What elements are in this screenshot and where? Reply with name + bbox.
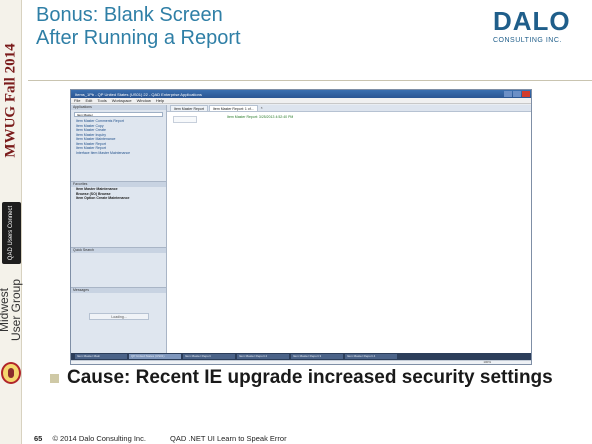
close-icon[interactable] (522, 91, 530, 97)
taskbar-item[interactable]: Item Master Report 2 (237, 354, 289, 359)
loading-indicator: Loading... (89, 313, 149, 320)
title-divider (28, 80, 592, 81)
copyright-text: © 2014 Dalo Consulting Inc. (52, 434, 146, 443)
event-name: MWUG Fall 2014 (2, 43, 19, 158)
report-output-box (173, 116, 197, 123)
app-content-area: Item Master Report Item Master Report: 1… (167, 105, 531, 353)
zoom-level: 100% (483, 360, 491, 364)
tab-item-master-report[interactable]: Item Master Report (170, 105, 208, 111)
slide-title: Bonus: Blank Screen After Running a Repo… (36, 4, 241, 49)
taskbar-item[interactable]: Item Master Report (183, 354, 235, 359)
app-window-title: Items_1Pb - QP United States (US01) 22 -… (75, 91, 202, 97)
menu-help[interactable]: Help (156, 98, 164, 103)
report-tab-strip: Item Master Report Item Master Report: 1… (167, 105, 531, 112)
app-body: Applications Item Master Item Master Com… (71, 105, 531, 353)
app-screenshot: Items_1Pb - QP United States (US01) 22 -… (70, 89, 532, 365)
qad-connect-badge: QAD Users Connect (2, 202, 21, 264)
menu-window[interactable]: Window (137, 98, 151, 103)
taskbar-item[interactable]: Item Master Report 4 (345, 354, 397, 359)
quick-search-header[interactable]: Quick Search (71, 248, 166, 253)
app-menu-bar: File Edit Tools Workspace Window Help (71, 98, 531, 104)
report-timestamp: Item Master Report: 3/25/2013 4:52:40 PM (227, 115, 294, 119)
badge-text: QAD Users Connect (8, 205, 14, 261)
menu-file[interactable]: File (74, 98, 80, 103)
messages-section: Messages (71, 287, 166, 293)
group-logo-icon (1, 362, 21, 384)
menu-workspace[interactable]: Workspace (112, 98, 132, 103)
app-side-panel: Applications Item Master Item Master Com… (71, 105, 167, 353)
taskbar-item[interactable]: Item Master Main (75, 354, 127, 359)
maximize-icon[interactable] (513, 91, 521, 97)
minimize-icon[interactable] (504, 91, 512, 97)
taskbar-item[interactable]: Item Master Report 3 (291, 354, 343, 359)
tab-item-master-report-active[interactable]: Item Master Report: 1 of... (208, 105, 258, 111)
page-number: 65 (34, 434, 43, 443)
footer-title: QAD .NET UI Learn to Speak Error (170, 434, 287, 443)
app-status-bar: 100% (71, 360, 531, 364)
applications-header[interactable]: Applications (71, 105, 166, 110)
dalo-logo: DALO CONSULTING INC. (493, 6, 571, 44)
menu-link[interactable]: Interface Item Master Maintenance (71, 151, 166, 156)
taskbar-item[interactable]: QP United States (US01) (129, 354, 181, 359)
favorites-section: Favorites Item Master Maintenance Browse… (71, 181, 166, 201)
cause-bullet: Cause: Recent IE upgrade increased secur… (67, 367, 553, 388)
user-group-name: Midwest User Group (0, 278, 23, 342)
application-search-combo[interactable]: Item Master (74, 112, 163, 117)
bullet-marker (50, 374, 59, 383)
menu-edit[interactable]: Edit (85, 98, 92, 103)
app-taskbar: Item Master Main QP United States (US01)… (71, 353, 531, 360)
side-brand-strip: MWUG Fall 2014 QAD Users Connect Midwest… (0, 0, 23, 444)
favorite-item[interactable]: Item Option Create Maintenance (71, 196, 166, 201)
tab-close-icon[interactable]: × (259, 105, 263, 111)
messages-header[interactable]: Messages (71, 288, 166, 293)
menu-tools[interactable]: Tools (97, 98, 106, 103)
quick-search-section: Quick Search (71, 247, 166, 253)
app-title-bar: Items_1Pb - QP United States (US01) 22 -… (71, 90, 531, 98)
slide-footer: 65 © 2014 Dalo Consulting Inc. QAD .NET … (34, 434, 287, 443)
